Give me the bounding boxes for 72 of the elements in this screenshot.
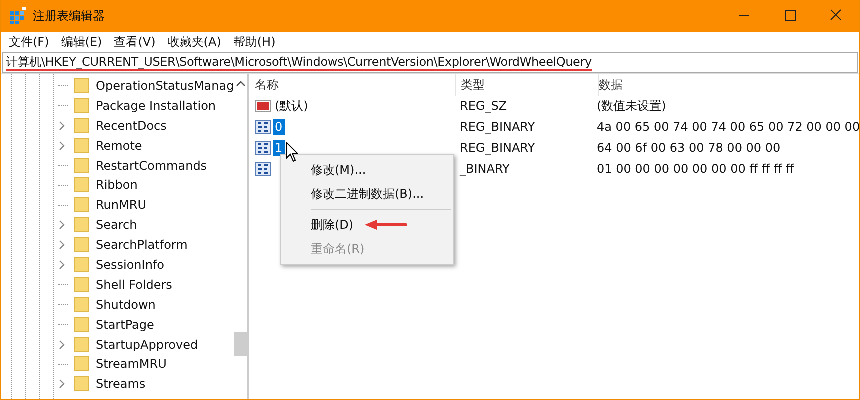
tree-item[interactable]: OperationStatusManag (96, 78, 234, 93)
folder-icon (74, 118, 90, 134)
tree-item[interactable]: StartPage (96, 318, 154, 332)
tree-item[interactable]: StartupApproved (96, 338, 198, 352)
string-value-icon (255, 98, 271, 114)
tree-item[interactable]: RecentDocs (96, 118, 167, 133)
menu-item[interactable]: 编辑(E) (57, 34, 110, 50)
folder-icon (74, 296, 90, 313)
value-type: REG_BINARY (459, 140, 536, 155)
column-header[interactable]: 类型 (456, 74, 599, 96)
folder-icon (74, 158, 90, 174)
menu-item[interactable]: 查看(V) (110, 34, 164, 50)
column-header[interactable]: 数据 (599, 74, 859, 96)
mouse-cursor-icon (286, 142, 298, 162)
tree-item[interactable]: SessionInfo (96, 258, 164, 272)
tree-item[interactable]: SearchPlatform (96, 238, 188, 252)
chevron-icon[interactable] (57, 240, 67, 250)
folder-icon (74, 98, 90, 114)
value-type: _BINARY (458, 162, 511, 176)
context-menu-item[interactable]: 删除(D) (311, 216, 354, 234)
folder-icon (74, 356, 90, 372)
value-type: REG_SZ (459, 99, 508, 114)
value-data: 01 00 00 00 00 00 00 00 ff ff ff ff (597, 162, 796, 176)
value-name[interactable]: 1 (273, 140, 285, 156)
tree-item[interactable]: Ribbon (96, 178, 138, 192)
folder-icon (74, 376, 90, 392)
tree-item[interactable]: RunMRU (96, 198, 146, 212)
tree-item[interactable]: Package Installation (96, 98, 216, 113)
folder-icon (74, 276, 90, 293)
address-bar[interactable]: 计算机\HKEY_CURRENT_USER\Software\Microsoft\Windows\CurrentVersion\Explorer\WordWheelQuery (2, 52, 858, 73)
value-name[interactable]: 0 (273, 119, 285, 136)
column-header[interactable]: 名称 (255, 74, 456, 96)
registry-icon (9, 7, 27, 25)
context-menu-item[interactable]: 修改二进制数据(B)... (311, 186, 424, 202)
window-title: 注册表编辑器 (33, 8, 105, 24)
value-type: REG_BINARY (459, 120, 536, 134)
value-data: 64 00 6f 00 63 00 78 00 00 00 (597, 140, 782, 155)
tree-item[interactable]: StreamMRU (96, 357, 167, 372)
folder-icon (74, 138, 90, 154)
chevron-icon[interactable] (57, 140, 67, 151)
tree-item[interactable]: RestartCommands (96, 158, 208, 172)
folder-icon (74, 316, 90, 333)
context-menu-item[interactable]: 修改(M)... (311, 162, 366, 178)
menu-item[interactable]: 帮助(H) (229, 34, 284, 50)
menu-item[interactable]: 收藏夹(A) (164, 34, 230, 50)
folder-icon (74, 217, 90, 234)
folder-icon (74, 177, 90, 194)
tree-item[interactable]: Shell Folders (96, 278, 172, 292)
folder-icon (74, 237, 90, 254)
scroll-up-icon[interactable] (236, 80, 246, 88)
value-data: (数值未设置) (597, 98, 668, 115)
chevron-icon[interactable] (57, 220, 67, 230)
key-path: 计算机\HKEY_CURRENT_USER\Software\Microsoft\Windows\CurrentVersion\Explorer\WordWheelQuery (6, 54, 592, 70)
folder-icon (74, 78, 90, 94)
chevron-icon[interactable] (57, 379, 67, 390)
chevron-icon[interactable] (57, 340, 67, 350)
menu-item[interactable]: 文件(F) (5, 34, 58, 50)
scroll-thumb[interactable] (234, 332, 248, 356)
tree-item[interactable]: Search (96, 218, 138, 232)
binary-value-icon (255, 160, 271, 177)
folder-icon (74, 336, 90, 353)
chevron-icon[interactable] (57, 260, 67, 270)
binary-value-icon (255, 140, 271, 156)
tree-item[interactable]: Streams (96, 377, 146, 392)
tree-item[interactable]: Remote (96, 138, 142, 153)
value-data: 4a 00 65 00 74 00 74 00 65 00 72 00 00 00 (597, 120, 859, 134)
value-name[interactable]: (默认) (273, 96, 310, 116)
folder-icon (74, 256, 90, 273)
tree-item[interactable]: Shutdown (96, 298, 156, 312)
folder-icon (74, 197, 90, 214)
binary-value-icon (255, 119, 271, 136)
chevron-icon[interactable] (57, 120, 67, 131)
